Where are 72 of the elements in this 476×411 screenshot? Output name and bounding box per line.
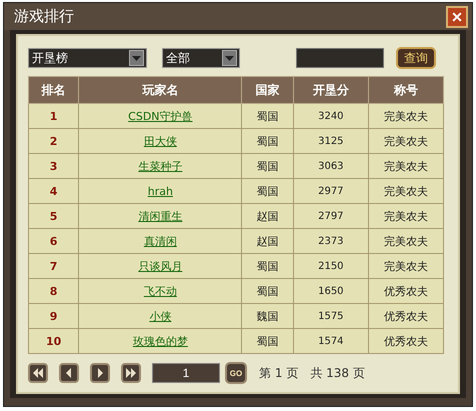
current-page-label: 第 1 页 (259, 364, 298, 382)
scope-dropdown[interactable]: 全部 (162, 48, 240, 68)
column-header: 称号 (368, 76, 444, 104)
title-cell: 优秀农夫 (368, 328, 444, 354)
next-page-button[interactable] (90, 363, 110, 383)
go-button[interactable]: GO (225, 362, 247, 384)
ranking-dropdown[interactable]: 开垦榜 (28, 48, 147, 68)
score-cell: 2373 (293, 228, 369, 254)
search-field[interactable] (296, 48, 384, 68)
country-cell: 蜀国 (242, 278, 294, 304)
rank-cell: 9 (28, 304, 79, 328)
title-cell: 优秀农夫 (368, 304, 444, 328)
score-cell: 2150 (293, 254, 369, 278)
title-cell: 完美农夫 (368, 104, 444, 128)
rank-cell: 1 (28, 104, 79, 128)
title-cell: 完美农夫 (368, 128, 444, 154)
player-link[interactable]: 只谈风月 (138, 260, 182, 272)
player-link[interactable]: 真清闲 (144, 234, 177, 248)
column-header: 玩家名 (78, 76, 242, 104)
score-cell: 2797 (293, 204, 369, 228)
query-button[interactable]: 查询 (396, 47, 436, 69)
rank-cell: 2 (28, 128, 79, 154)
window-title: 游戏排行 (14, 7, 74, 26)
double-left-arrow-icon (32, 368, 44, 378)
title-cell: 完美农夫 (368, 178, 444, 204)
country-cell: 蜀国 (242, 128, 294, 154)
country-cell: 蜀国 (242, 154, 294, 178)
title-cell: 完美农夫 (368, 228, 444, 254)
last-page-button[interactable] (121, 363, 141, 383)
score-cell: 3240 (293, 104, 369, 128)
left-arrow-icon (66, 368, 72, 378)
score-cell: 2977 (293, 178, 369, 204)
rank-cell: 7 (28, 254, 79, 278)
score-cell: 1650 (293, 278, 369, 304)
player-link[interactable]: 清闲重生 (138, 210, 182, 222)
country-cell: 蜀国 (242, 328, 294, 354)
player-link[interactable]: 玫瑰色的梦 (132, 334, 188, 348)
rank-cell: 6 (28, 228, 79, 254)
rank-cell: 10 (28, 328, 79, 354)
column-header: 国家 (242, 76, 294, 104)
country-cell: 魏国 (242, 304, 294, 328)
column-header: 开垦分 (293, 76, 369, 104)
first-page-button[interactable] (28, 363, 48, 383)
previous-page-button[interactable] (59, 363, 79, 383)
country-cell: 赵国 (242, 228, 294, 254)
rank-cell: 3 (28, 154, 79, 178)
title-cell: 完美农夫 (368, 254, 444, 278)
rank-cell: 4 (28, 178, 79, 204)
page-number-field[interactable]: 1 (152, 363, 220, 383)
country-cell: 蜀国 (242, 104, 294, 128)
country-cell: 蜀国 (242, 254, 294, 278)
title-cell: 完美农夫 (368, 154, 444, 178)
country-cell: 蜀国 (242, 178, 294, 204)
score-cell: 3063 (293, 154, 369, 178)
score-cell: 1575 (293, 304, 369, 328)
player-link[interactable]: 田大侠 (144, 134, 177, 148)
player-link[interactable]: 飞不动 (144, 284, 177, 298)
rank-cell: 8 (28, 278, 79, 304)
title-cell: 完美农夫 (368, 204, 444, 228)
score-cell: 3125 (293, 128, 369, 154)
player-link[interactable]: hrah (148, 184, 173, 198)
score-cell: 1574 (293, 328, 369, 354)
rank-cell: 5 (28, 204, 79, 228)
total-pages-label: 共 138 页 (310, 364, 365, 382)
close-button[interactable]: × (446, 6, 468, 28)
right-arrow-icon (97, 368, 103, 378)
player-link[interactable]: 小侠 (149, 310, 172, 322)
column-header: 排名 (28, 76, 79, 104)
double-right-arrow-icon (125, 368, 137, 378)
player-link[interactable]: 生菜种子 (138, 160, 182, 172)
country-cell: 赵国 (242, 204, 294, 228)
title-cell: 优秀农夫 (368, 278, 444, 304)
